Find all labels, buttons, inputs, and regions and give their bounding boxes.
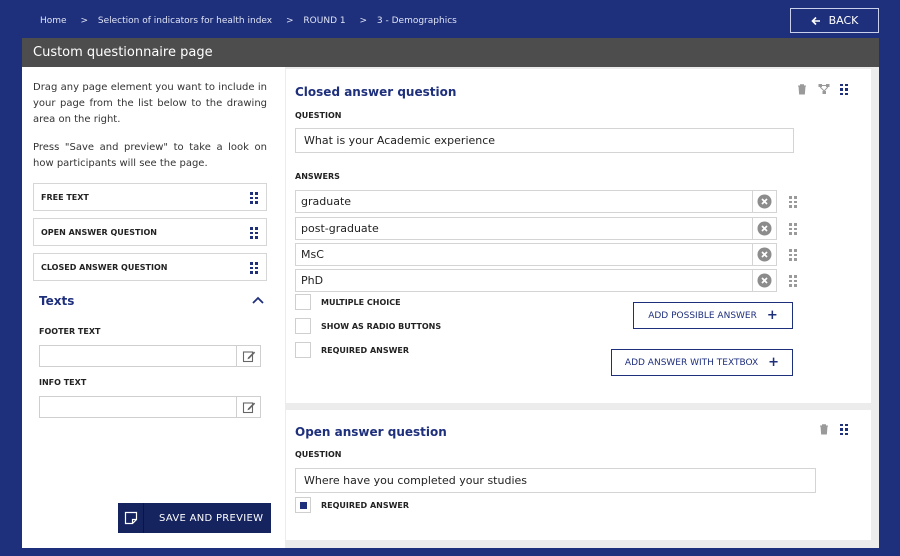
trash-icon[interactable] [818,423,830,435]
add-possible-answer-button[interactable]: ADD POSSIBLE ANSWER + [633,302,793,329]
breadcrumb-separator: > [80,16,88,26]
footer-text-input[interactable] [40,346,236,366]
drag-handle-icon[interactable] [250,192,258,204]
answer-input[interactable]: graduate [295,190,753,213]
required-answer-option: REQUIRED ANSWER [295,497,409,513]
back-button[interactable]: BACK [790,8,879,33]
breadcrumb-current: 3 - Demographics [376,16,457,26]
required-answer-checkbox[interactable] [295,497,311,513]
branch-icon[interactable] [818,83,830,95]
close-circle-icon [757,273,772,288]
drag-handle-icon[interactable] [789,275,797,287]
close-circle-icon [757,194,772,209]
question-input[interactable]: Where have you completed your studies [295,468,816,493]
card-toolbar [796,83,848,95]
page-title: Custom questionnaire page [22,38,879,67]
drag-item-closed-answer-question[interactable]: CLOSED ANSWER QUESTION [33,253,267,281]
remove-answer-button[interactable] [753,243,777,266]
remove-answer-button[interactable] [753,217,777,240]
chevron-up-icon [252,296,264,304]
edit-icon[interactable] [236,346,260,366]
breadcrumb-round[interactable]: ROUND 1 [303,16,345,26]
answer-row: post-graduate [295,217,797,240]
answer-input[interactable]: post-graduate [295,217,753,240]
remove-answer-button[interactable] [753,190,777,213]
drag-handle-icon[interactable] [840,83,848,95]
required-answer-checkbox[interactable] [295,342,311,358]
drag-handle-icon[interactable] [789,249,797,261]
arrow-left-icon [810,16,820,25]
plus-icon: + [768,355,780,370]
drag-item-open-answer-question[interactable]: OPEN ANSWER QUESTION [33,218,267,246]
drag-handle-icon[interactable] [250,227,258,239]
questionnaire-editor: Custom questionnaire page Drag any page … [22,38,879,548]
radio-buttons-option: SHOW AS RADIO BUTTONS [295,318,441,334]
drag-item-label: FREE TEXT [41,192,89,202]
multiple-choice-option: MULTIPLE CHOICE [295,294,401,310]
open-answer-question-card: Open answer question QUESTION Where have… [286,410,871,540]
note-icon [118,503,144,533]
breadcrumb-home[interactable]: Home [40,16,67,26]
instructions-preview: Press "Save and preview" to take a look … [33,142,267,169]
instructions: Drag any page element you want to includ… [33,80,267,184]
close-circle-icon [757,221,772,236]
breadcrumb-separator: > [359,16,368,26]
answer-input[interactable]: PhD [295,269,753,292]
instructions-drag: Drag any page element you want to includ… [33,82,267,125]
required-answer-option: REQUIRED ANSWER [295,342,409,358]
checkbox-label: REQUIRED ANSWER [321,500,410,510]
add-answer-with-textbox-button[interactable]: ADD ANSWER WITH TEXTBOX + [611,349,793,376]
back-button-label: BACK [828,14,859,27]
breadcrumb-separator: > [286,16,294,26]
card-toolbar [818,423,848,435]
breadcrumb-indicator[interactable]: Selection of indicators for health index [98,16,272,26]
info-text-field [39,396,261,418]
footer-text-label: FOOTER TEXT [39,327,101,336]
closed-answer-question-card: Closed answer question QUESTION What is … [286,69,871,403]
question-label: QUESTION [295,450,342,459]
remove-answer-button[interactable] [753,269,777,292]
drag-handle-icon[interactable] [250,262,258,274]
info-text-label: INFO TEXT [39,378,87,387]
answer-row: MsC [295,243,797,266]
answer-row: graduate [295,190,797,213]
add-answer-with-textbox-label: ADD ANSWER WITH TEXTBOX [624,357,759,368]
top-bar: Home > Selection of indicators for healt… [0,0,900,38]
edit-icon[interactable] [236,397,260,417]
trash-icon[interactable] [796,83,808,95]
drag-handle-icon[interactable] [840,423,848,435]
info-text-input[interactable] [40,397,236,417]
save-and-preview-label: SAVE AND PREVIEW [159,512,264,524]
multiple-choice-checkbox[interactable] [295,294,311,310]
plus-icon: + [766,308,778,323]
elements-panel: Drag any page element you want to includ… [22,67,285,548]
texts-heading: Texts [39,294,75,308]
drag-item-label: CLOSED ANSWER QUESTION [41,262,168,272]
checkbox-label: MULTIPLE CHOICE [321,297,401,307]
footer-text-field [39,345,261,367]
question-label: QUESTION [295,111,342,120]
radio-buttons-checkbox[interactable] [295,318,311,334]
answer-input[interactable]: MsC [295,243,753,266]
question-input[interactable]: What is your Academic experience [295,128,794,153]
card-title: Closed answer question [295,85,457,99]
checkbox-label: SHOW AS RADIO BUTTONS [321,321,442,331]
texts-section-toggle[interactable]: Texts [39,294,264,308]
save-and-preview-button[interactable]: SAVE AND PREVIEW [118,503,271,533]
checkbox-label: REQUIRED ANSWER [321,345,410,355]
drag-handle-icon[interactable] [789,223,797,235]
answers-label: ANSWERS [295,172,340,181]
card-title: Open answer question [295,425,447,439]
breadcrumb: Home > Selection of indicators for healt… [40,16,461,26]
drag-handle-icon[interactable] [789,196,797,208]
close-circle-icon [757,247,772,262]
drag-item-free-text[interactable]: FREE TEXT [33,183,267,211]
drag-item-label: OPEN ANSWER QUESTION [41,227,157,237]
add-possible-answer-label: ADD POSSIBLE ANSWER [648,310,757,321]
answer-row: PhD [295,269,797,292]
